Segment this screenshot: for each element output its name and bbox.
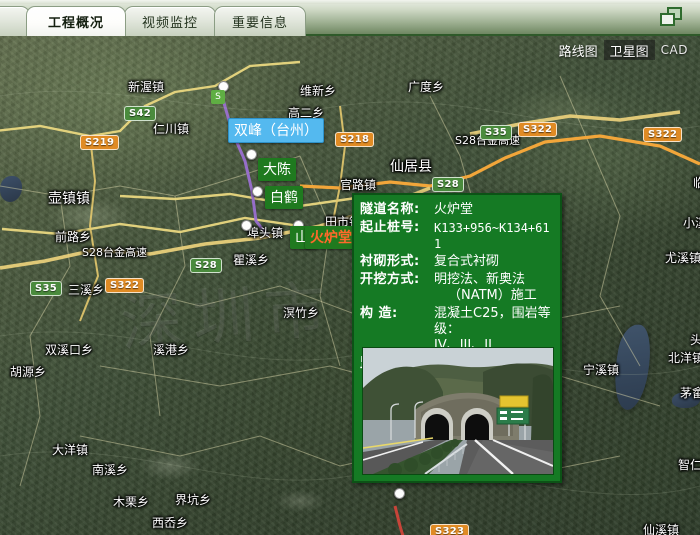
application-root: 工程概况 视频监控 重要信息	[0, 0, 700, 535]
tunnel-info-value-line1: K133+956~K134+611	[434, 221, 550, 251]
tunnel-info-row: 衬砌形式:复合式衬砌	[360, 254, 554, 270]
tunnel-info-value-line1: 混凝土C25，围岩等级：	[434, 306, 551, 337]
route-node[interactable]	[241, 220, 252, 231]
tunnel-info-value-line2: （NATM）施工	[434, 288, 554, 304]
highway-shield-s219: S219	[80, 135, 119, 150]
highway-shield-s218: S218	[335, 132, 374, 147]
route-node[interactable]	[246, 149, 257, 160]
map-type-satellite[interactable]: 卫星图	[604, 40, 655, 60]
tunnel-info-label: 隧道名称:	[360, 202, 434, 218]
map-type-route-label: 路线图	[559, 41, 598, 60]
highway-shield-s28: S28	[190, 258, 222, 273]
tab-important-info-label: 重要信息	[232, 12, 288, 31]
tunnel-info-value: K133+956~K134+611	[434, 220, 554, 252]
tunnel-info-row: 隧道名称:火炉堂	[360, 202, 554, 218]
tunnel-info-value-line1: 复合式衬砌	[434, 254, 499, 269]
route-node[interactable]	[252, 186, 263, 197]
map-type-satellite-label: 卫星图	[610, 41, 649, 60]
highway-shield-s322: S322	[518, 122, 557, 137]
map-poi-marker[interactable]: 白鹤	[265, 186, 303, 209]
map-poi-marker[interactable]: 大陈	[258, 158, 296, 181]
tunnel-info-value: 明挖法、新奥法（NATM）施工	[434, 272, 554, 304]
tunnel-info-label: 构 造:	[360, 306, 434, 322]
tab-important-info[interactable]: 重要信息	[214, 6, 306, 36]
tunnel-info-row: 起止桩号:K133+956~K134+611	[360, 220, 554, 252]
tunnel-info-label: 衬砌形式:	[360, 254, 434, 270]
tab-video-monitoring[interactable]: 视频监控	[124, 6, 216, 36]
cascade-windows-icon-front	[660, 13, 675, 26]
tunnel-info-label: 起止桩号:	[360, 220, 434, 236]
highway-shield-s35: S35	[480, 125, 512, 140]
tunnel-info-value: 复合式衬砌	[434, 254, 554, 270]
highway-shield-s322: S322	[105, 278, 144, 293]
station-badge-icon: S	[211, 90, 225, 104]
highway-shield-s322: S322	[643, 127, 682, 142]
highway-shield-s35: S35	[30, 281, 62, 296]
map-poi-marker[interactable]: 双峰（台州）	[228, 118, 324, 143]
tunnel-info-value-line1: 明挖法、新奥法	[434, 272, 525, 287]
tab-video-monitoring-label: 视频监控	[142, 12, 198, 31]
tab-bar: 工程概况 视频监控 重要信息	[0, 0, 700, 36]
tunnel-info-value-line1: 火炉堂	[434, 202, 473, 217]
highway-shield-s323: S323	[430, 524, 469, 535]
map-type-switcher: 路线图 卫星图 CAD	[553, 40, 694, 60]
cascade-windows-icon[interactable]	[660, 7, 682, 26]
tunnel-info-label: 开挖方式:	[360, 272, 434, 288]
map-type-route[interactable]: 路线图	[553, 40, 604, 60]
tunnel-info-row: 开挖方式:明挖法、新奥法（NATM）施工	[360, 272, 554, 304]
highway-shield-s28: S28	[432, 177, 464, 192]
tunnel-portal-photo	[362, 347, 554, 475]
map-type-cad[interactable]: CAD	[655, 40, 694, 60]
satellite-map[interactable]: 深圳市 新渥镇维新乡广度乡高二乡仁川镇仙居县官路镇步路乡壶镇镇前路乡田市镇埠头镇…	[0, 36, 700, 535]
tab-project-overview-label: 工程概况	[48, 12, 104, 31]
tunnel-info-panel: 隧道名称:火炉堂起止桩号:K133+956~K134+611衬砌形式:复合式衬砌…	[352, 193, 562, 483]
map-poi-marker[interactable]: 火炉堂	[305, 226, 357, 249]
highway-shield-s42: S42	[124, 106, 156, 121]
map-type-cad-label: CAD	[661, 43, 688, 57]
tab-project-overview[interactable]: 工程概况	[26, 6, 126, 36]
route-node[interactable]	[394, 488, 405, 499]
tunnel-info-value: 火炉堂	[434, 202, 554, 218]
